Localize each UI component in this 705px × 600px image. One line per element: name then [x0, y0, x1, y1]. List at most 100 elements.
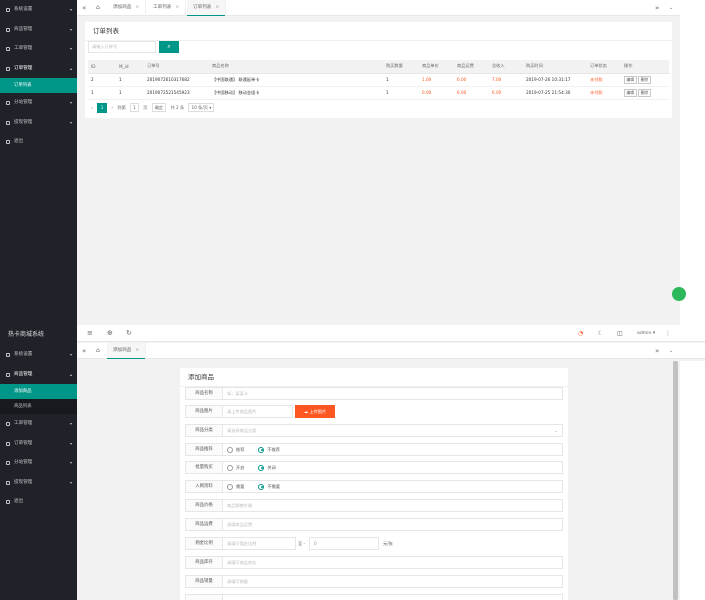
order-icon: [6, 66, 10, 71]
form-row-price: 商品价格 商品销售价格: [185, 499, 563, 512]
page-size-select[interactable]: 10 条/页 ▾: [188, 103, 215, 112]
scrollbar-thumb[interactable]: [673, 361, 678, 600]
price-input[interactable]: 商品销售价格: [223, 499, 563, 512]
next-page-button[interactable]: ›: [111, 103, 113, 113]
sidebar-item-products[interactable]: 商品管理 ▾: [0, 20, 77, 40]
label-batch: 批量购买: [185, 461, 223, 474]
sidebar-item-orders[interactable]: 订单管理 ▴: [0, 59, 77, 79]
sidebar-item-system-settings[interactable]: 系统设置 ▾: [0, 0, 77, 20]
notification-icon[interactable]: ◔: [578, 325, 583, 342]
tab-ticket-list[interactable]: 工单列表 ×: [147, 0, 187, 16]
sidebar-item-substations[interactable]: 分站管理 ▾: [0, 93, 77, 113]
edit-button[interactable]: 编辑: [624, 88, 637, 97]
sidebar-item-substations[interactable]: 分站管理 ▾: [0, 453, 77, 473]
cell-price: 1.00: [419, 73, 454, 87]
refresh-icon[interactable]: ↻: [126, 325, 132, 342]
double-right-icon[interactable]: »: [655, 0, 659, 16]
cell-time: 2019-07-25 21:54:30: [523, 86, 587, 100]
form-row-recommend: 商品推荐 推荐 不推荐: [185, 443, 563, 456]
radio-batch-off[interactable]: [258, 464, 265, 471]
sidebar: 系统设置 ▾ 商品管理 ▾ 工单管理 ▾ 订单管理 ▴ 订单列表 分站管理 ▾ 提现管理 ▾…: [0, 0, 77, 325]
table-header-row: ID M_id 订单号 商品名称 购买数量 商品单价 商品运费 总收入 购买时间…: [88, 60, 669, 74]
sidebar-subitem-add-product[interactable]: 添加商品: [0, 384, 77, 399]
page-scrollbar[interactable]: [673, 361, 678, 600]
cell-income: 6.00: [489, 86, 523, 100]
close-icon[interactable]: ×: [135, 348, 139, 353]
sidebar-subitem-product-list[interactable]: 商品列表: [0, 399, 77, 414]
sidebar-item-logout[interactable]: 退出: [0, 132, 77, 152]
radio-recommend[interactable]: [227, 446, 233, 453]
sidebar-item-withdraw[interactable]: 提现管理 ▾: [0, 113, 77, 133]
current-page[interactable]: 1: [97, 103, 108, 113]
more-icon[interactable]: ⋮: [665, 325, 671, 342]
cell-id: 2: [88, 73, 116, 87]
tab-add-product[interactable]: 添加商品 ×: [107, 0, 147, 16]
product-image-input[interactable]: 请上传商品图片: [223, 405, 293, 418]
right-margin: [680, 0, 705, 325]
floating-action-button[interactable]: [672, 287, 686, 301]
sidebar-item-products[interactable]: 商品管理 ▴: [0, 365, 77, 385]
search-button[interactable]: ⌕: [159, 41, 179, 53]
order-icon: [6, 441, 10, 446]
home-icon[interactable]: ⌂: [96, 0, 100, 16]
theme-icon[interactable]: ☾: [598, 325, 603, 342]
close-icon[interactable]: ×: [215, 5, 219, 10]
cell-status: 未付款: [587, 73, 621, 87]
menu-toggle-icon[interactable]: ≡: [87, 325, 93, 342]
upload-image-button[interactable]: ☁ 上传图片: [295, 405, 335, 418]
category-select[interactable]: 请选择商品分类 ⌄: [223, 424, 563, 437]
freight-input[interactable]: 请填商品运费: [223, 518, 563, 531]
radio-idcard-not-required[interactable]: [258, 483, 265, 490]
cell-income: 7.00: [489, 73, 523, 87]
close-icon[interactable]: ×: [175, 5, 179, 10]
sidebar-subitem-order-list[interactable]: 订单列表: [0, 78, 77, 93]
cell-mid: 1: [116, 86, 144, 100]
sales-input[interactable]: 请填写销量: [223, 575, 563, 588]
prev-page-button[interactable]: ‹: [91, 103, 93, 113]
cell-id: 1: [88, 86, 116, 100]
edit-button[interactable]: 编辑: [624, 75, 637, 84]
home-icon[interactable]: ⌂: [96, 343, 100, 359]
chevron-down-icon[interactable]: ⌄: [669, 343, 673, 359]
label-category: 商品分类: [185, 424, 223, 437]
right-margin: [680, 361, 705, 600]
sidebar: 热卡商城系统 系统设置 ▾ 商品管理 ▴ 添加商品 商品列表 工单管理 ▾ 订单管理 ▾…: [0, 325, 77, 600]
label-idcard: 入网资料: [185, 480, 223, 493]
tab-add-product[interactable]: 添加商品 ×: [107, 343, 147, 359]
delete-button[interactable]: 删除: [638, 75, 651, 84]
order-search-input[interactable]: 请输入订单号: [88, 41, 156, 53]
sidebar-item-logout[interactable]: 退出: [0, 492, 77, 512]
chevron-down-icon: ⌄: [554, 428, 558, 433]
double-right-icon[interactable]: »: [655, 343, 659, 359]
label-name: 商品名称: [185, 387, 223, 400]
goto-confirm-button[interactable]: 确定: [151, 103, 167, 112]
radio-not-recommend[interactable]: [258, 446, 265, 453]
sidebar-item-tickets[interactable]: 工单管理 ▾: [0, 39, 77, 59]
close-icon[interactable]: ×: [135, 5, 139, 10]
globe-icon[interactable]: ⊕: [107, 325, 113, 342]
partial-input[interactable]: [223, 594, 563, 600]
chevron-down-icon[interactable]: ⌄: [669, 0, 673, 16]
page-number-input[interactable]: 1: [130, 103, 139, 112]
radio-idcard-required[interactable]: [227, 483, 233, 490]
sidebar-item-tickets[interactable]: 工单管理 ▾: [0, 414, 77, 434]
double-left-icon[interactable]: «: [82, 0, 86, 16]
commission-input[interactable]: 请填写佣金比例: [223, 537, 296, 550]
user-menu[interactable]: admin ▾: [637, 325, 655, 342]
commission-value-input[interactable]: 0: [309, 537, 379, 550]
product-name-input[interactable]: 如：某某卡: [223, 387, 563, 400]
sidebar-item-orders[interactable]: 订单管理 ▾: [0, 434, 77, 454]
double-left-icon[interactable]: «: [82, 343, 86, 359]
tab-order-list[interactable]: 订单列表 ×: [187, 0, 227, 16]
sidebar-item-system-settings[interactable]: 系统设置 ▾: [0, 345, 77, 365]
radio-batch-on[interactable]: [227, 464, 233, 471]
label-price: 商品价格: [185, 499, 223, 512]
sidebar-item-withdraw[interactable]: 提现管理 ▾: [0, 473, 77, 493]
cell-freight: 6.00: [454, 86, 489, 100]
fullscreen-icon[interactable]: ◫: [617, 325, 623, 342]
col-mid: M_id: [116, 60, 144, 74]
stock-input[interactable]: 请填写商品库存: [223, 556, 563, 569]
chevron-up-icon: ▴: [69, 65, 72, 71]
settings-icon: [6, 353, 10, 357]
delete-button[interactable]: 删除: [638, 88, 651, 97]
